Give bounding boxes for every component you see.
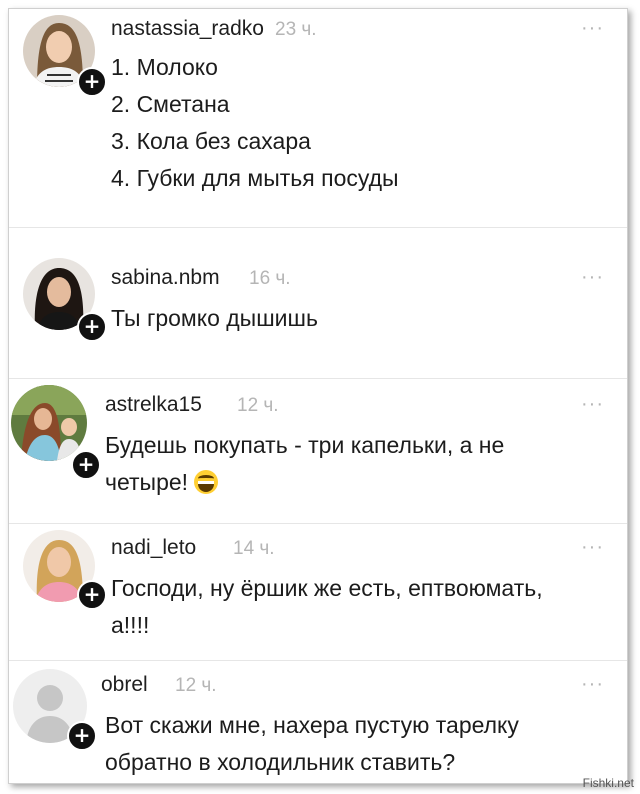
follow-button[interactable]: + xyxy=(77,312,107,342)
follow-button[interactable]: + xyxy=(67,721,97,751)
comment-item: + sabina.nbm 16 ч. ··· Ты громко дышишь xyxy=(9,228,627,378)
username[interactable]: nastassia_radko xyxy=(111,17,264,41)
comment-text: Господи, ну ёршик же есть, ептвоюмать, а… xyxy=(111,570,611,644)
username[interactable]: obrel xyxy=(101,673,148,697)
follow-button[interactable]: + xyxy=(71,450,101,480)
comment-text: Ты громко дышишь xyxy=(111,300,611,337)
comment-line: Вот скажи мне, нахера пустую тарелку xyxy=(105,712,519,738)
username[interactable]: nadi_leto xyxy=(111,536,196,560)
timestamp: 23 ч. xyxy=(275,19,317,40)
timestamp: 16 ч. xyxy=(249,268,291,289)
comment-text: 1. Молоко 2. Сметана 3. Кола без сахара … xyxy=(111,49,611,197)
comment-line: 3. Кола без сахара xyxy=(111,128,311,154)
more-options-icon[interactable]: ··· xyxy=(581,18,604,38)
comment-line: 2. Сметана xyxy=(111,91,230,117)
avatar[interactable] xyxy=(11,385,87,461)
more-options-icon[interactable]: ··· xyxy=(581,537,604,557)
grinning-emoji-icon xyxy=(194,470,219,494)
comment-item: + nastassia_radko 23 ч. ··· 1. Молоко 2.… xyxy=(9,9,627,227)
comment-line: 1. Молоко xyxy=(111,54,218,80)
comment-line: а!!!! xyxy=(111,612,150,638)
follow-button[interactable]: + xyxy=(77,580,107,610)
username[interactable]: sabina.nbm xyxy=(111,266,220,290)
timestamp: 14 ч. xyxy=(233,538,275,559)
more-options-icon[interactable]: ··· xyxy=(581,394,604,414)
comment-line: Ты громко дышишь xyxy=(111,305,318,331)
comment-item: + astrelka15 12 ч. ··· Будешь покупать -… xyxy=(9,379,627,523)
comment-line: 4. Губки для мытья посуды xyxy=(111,165,399,191)
follow-button[interactable]: + xyxy=(77,67,107,97)
comment-item: + obrel 12 ч. ··· Вот скажи мне, нахера … xyxy=(9,661,627,783)
comment-line: четыре! xyxy=(105,464,605,501)
more-options-icon[interactable]: ··· xyxy=(581,674,604,694)
comments-feed: + nastassia_radko 23 ч. ··· 1. Молоко 2.… xyxy=(8,8,628,784)
watermark: Fishki.net xyxy=(582,776,634,790)
more-options-icon[interactable]: ··· xyxy=(581,267,604,287)
comment-line-text: четыре! xyxy=(105,469,189,495)
comment-item: + nadi_leto 14 ч. ··· Господи, ну ёршик … xyxy=(9,524,627,660)
comment-text: Будешь покупать - три капельки, а не чет… xyxy=(105,427,605,501)
username[interactable]: astrelka15 xyxy=(105,393,202,417)
comment-text: Вот скажи мне, нахера пустую тарелку обр… xyxy=(105,707,605,781)
timestamp: 12 ч. xyxy=(237,395,279,416)
comment-line: Господи, ну ёршик же есть, ептвоюмать, xyxy=(111,575,543,601)
timestamp: 12 ч. xyxy=(175,675,217,696)
comment-line: Будешь покупать - три капельки, а не xyxy=(105,432,505,458)
comment-line: обратно в холодильник ставить? xyxy=(105,749,456,775)
